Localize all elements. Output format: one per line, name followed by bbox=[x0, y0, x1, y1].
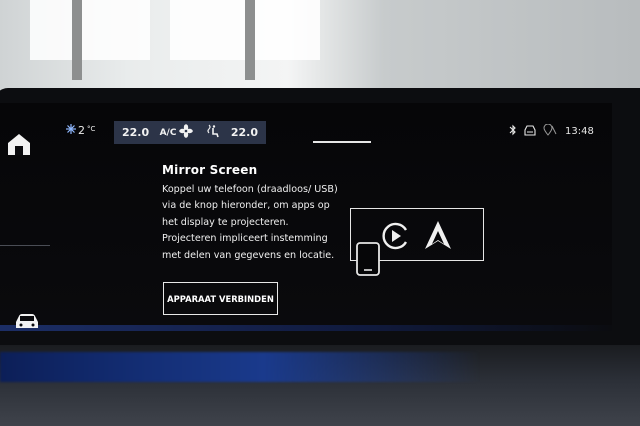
outside-temperature: 2 °C bbox=[66, 124, 95, 137]
left-temp[interactable]: 22.0 bbox=[122, 126, 149, 139]
right-temp[interactable]: 22.0 bbox=[231, 126, 258, 139]
snowflake-icon bbox=[66, 124, 76, 137]
page-indicator bbox=[313, 141, 371, 143]
clock: 13:48 bbox=[565, 126, 594, 137]
climate-mode[interactable]: A/C bbox=[160, 124, 221, 141]
background-window bbox=[30, 0, 150, 60]
status-icons: 13:48 bbox=[509, 123, 594, 139]
fan-icon[interactable] bbox=[179, 124, 194, 141]
page-title: Mirror Screen bbox=[162, 163, 258, 177]
car-icon[interactable] bbox=[14, 313, 40, 333]
sidebar-divider bbox=[0, 245, 50, 246]
car-connect-icon bbox=[523, 124, 537, 139]
background-scene bbox=[0, 0, 640, 95]
carplay-icon bbox=[380, 221, 410, 255]
connect-device-button[interactable]: APPARAAT VERBINDEN bbox=[163, 282, 278, 315]
background-pillar bbox=[245, 0, 255, 80]
screen-edge-glow bbox=[0, 325, 612, 331]
mirror-screen-description: Koppel uw telefoon (draadloos/ USB) via … bbox=[162, 184, 338, 261]
outside-temp-value: 2 bbox=[78, 124, 85, 137]
ambient-light bbox=[0, 352, 480, 382]
outside-temp-unit: °C bbox=[87, 124, 96, 133]
home-icon[interactable] bbox=[6, 131, 32, 161]
bluetooth-icon bbox=[509, 124, 517, 139]
seat-heat-icon[interactable] bbox=[206, 124, 220, 141]
phone-icon bbox=[356, 242, 380, 280]
climate-control-bar[interactable]: 22.0 A/C 22.0 bbox=[114, 121, 266, 144]
ac-label[interactable]: A/C bbox=[160, 128, 177, 138]
location-off-icon bbox=[543, 123, 557, 139]
background-pillar bbox=[72, 0, 82, 80]
android-auto-icon bbox=[423, 219, 453, 255]
